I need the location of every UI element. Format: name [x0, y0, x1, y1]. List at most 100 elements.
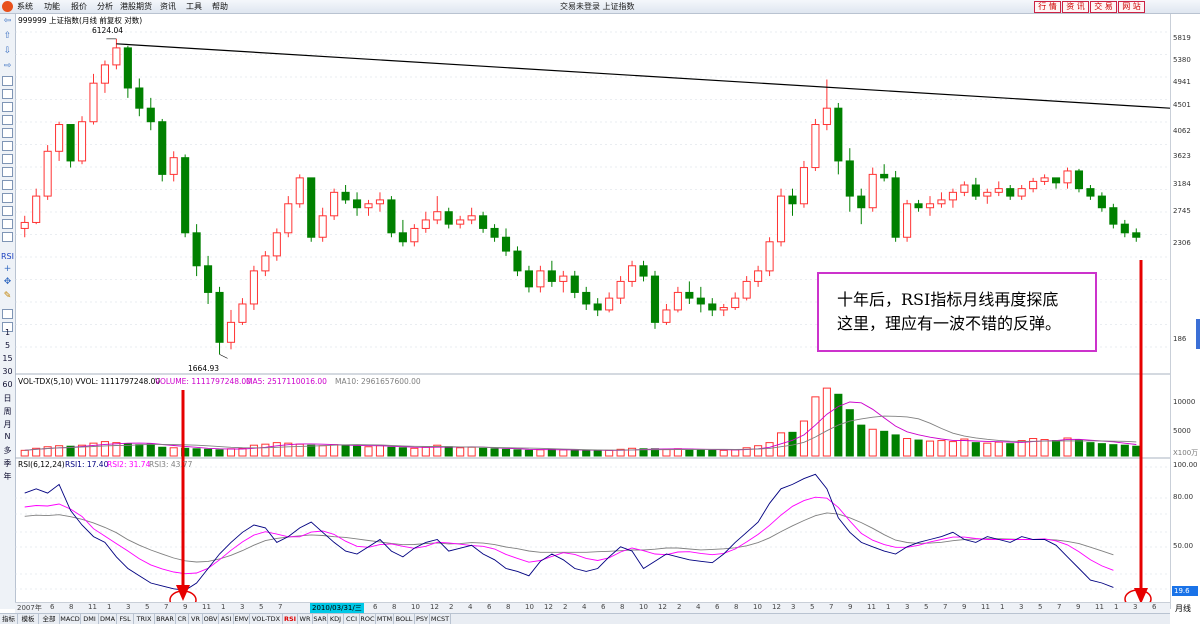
volume-bar — [410, 447, 419, 457]
menu-item-4[interactable]: 港股期货 — [120, 1, 152, 12]
date-label-3: 11 — [88, 603, 97, 611]
date-label-8: 9 — [183, 603, 188, 611]
candle — [89, 73, 98, 125]
nav-arrow-icon-2[interactable]: ⇩ — [3, 47, 12, 56]
toolbar-chart-icon-7[interactable] — [2, 167, 13, 177]
annotation-box: 十年后，RSI指标月线再度探底 这里，理应有一波不错的反弹。 — [817, 272, 1097, 352]
candle — [467, 207, 476, 225]
date-label-18: 6 — [373, 603, 378, 611]
period-button-9[interactable]: 多 — [1, 445, 14, 456]
toolbar-chart-icon-8[interactable] — [2, 180, 13, 190]
volume-bar — [249, 444, 258, 457]
date-label-40: 3 — [791, 603, 796, 611]
volume-bar — [983, 442, 992, 457]
toolbar-chart-icon-6[interactable] — [2, 154, 13, 164]
volume-bar — [226, 448, 236, 457]
toolbar-chart-icon-1[interactable] — [2, 89, 13, 99]
date-label-41: 5 — [810, 603, 815, 611]
candle — [1132, 228, 1141, 242]
period-button-5[interactable]: 日 — [1, 393, 14, 404]
toolbar-tool-icon-0[interactable] — [2, 309, 13, 319]
period-button-3[interactable]: 30 — [1, 367, 14, 376]
nav-arrow-icon-0[interactable]: ⇦ — [3, 17, 12, 26]
volume-bar — [215, 449, 224, 457]
top-button-1[interactable]: 资 讯 — [1062, 1, 1089, 13]
nav-arrow-icon-3[interactable]: ⇨ — [3, 62, 12, 71]
volume-bar — [1086, 442, 1095, 457]
toolbar-chart-icon-0[interactable] — [2, 76, 13, 86]
menu-item-6[interactable]: 工具 — [186, 1, 202, 12]
zoom-in-icon[interactable]: + — [3, 265, 12, 274]
volume-bar — [490, 448, 499, 457]
date-axis-highlight: 2010/03/31/三 — [310, 603, 364, 613]
period-button-1[interactable]: 5 — [1, 341, 14, 350]
rsi-tool-icon[interactable]: RSI — [1, 252, 14, 261]
menu-item-1[interactable]: 功能 — [44, 1, 60, 12]
period-button-2[interactable]: 15 — [1, 354, 14, 363]
top-button-0[interactable]: 行 情 — [1034, 1, 1061, 13]
volume-bar — [925, 440, 935, 457]
toolbar-chart-icon-3[interactable] — [2, 115, 13, 125]
indicator-tabs: 指标 模板 全部 MACD DMI DMA FSL TRIX BRAR CR VR OBV ASI EMV… — [0, 613, 1170, 624]
move-icon[interactable]: ✥ — [3, 278, 12, 287]
menu-item-2[interactable]: 报价 — [71, 1, 87, 12]
scroll-handle[interactable] — [1196, 319, 1200, 349]
volume-bar — [937, 440, 946, 457]
candle — [1029, 177, 1038, 193]
rsi-panel-header: RSI(6,12,24) — [18, 460, 65, 469]
price-tick-0: 5819 — [1173, 34, 1191, 42]
date-label-1: 6 — [50, 603, 55, 611]
volume-bar — [605, 449, 614, 457]
volume-bar — [696, 449, 705, 457]
date-label-10: 1 — [221, 603, 226, 611]
period-button-8[interactable]: N — [1, 432, 14, 441]
candle — [55, 121, 64, 161]
period-button-7[interactable]: 月 — [1, 419, 14, 430]
toolbar-chart-icon-11[interactable] — [2, 219, 13, 229]
toolbar-chart-icon-12[interactable] — [2, 232, 13, 242]
candle — [249, 265, 258, 310]
toolbar-chart-icon-9[interactable] — [2, 193, 13, 203]
volume-bar — [261, 443, 270, 457]
candle — [524, 265, 533, 293]
period-button-0[interactable]: 1 — [1, 328, 14, 337]
volume-bar — [398, 447, 407, 457]
candle — [1120, 219, 1129, 238]
date-label-45: 1 — [886, 603, 891, 611]
volume-bar — [857, 424, 866, 457]
candle — [696, 286, 705, 313]
price-tick-8: 2306 — [1173, 239, 1191, 247]
volume-bar — [479, 447, 488, 457]
candle — [192, 224, 201, 277]
date-label-38: 10 — [753, 603, 762, 611]
date-label-30: 6 — [601, 603, 606, 611]
menu-item-5[interactable]: 资讯 — [160, 1, 176, 12]
candle — [547, 260, 556, 287]
nav-arrow-icon-1[interactable]: ⇧ — [3, 32, 12, 41]
period-button-6[interactable]: 周 — [1, 406, 14, 417]
period-button-10[interactable]: 季 — [1, 458, 14, 469]
toolbar-chart-icon-10[interactable] — [2, 206, 13, 216]
toolbar-chart-icon-5[interactable] — [2, 141, 13, 151]
volume-bar — [880, 430, 889, 457]
menu-item-7[interactable]: 帮助 — [212, 1, 228, 12]
toolbar-chart-icon-4[interactable] — [2, 128, 13, 138]
volume-bar — [1109, 444, 1118, 457]
candle — [158, 118, 167, 182]
menu-item-3[interactable]: 分析 — [97, 1, 113, 12]
toolbar-chart-icon-2[interactable] — [2, 102, 13, 112]
period-button-11[interactable]: 年 — [1, 471, 14, 482]
candle — [673, 286, 682, 313]
volume-bar — [593, 450, 602, 457]
candle — [135, 78, 144, 117]
date-label-32: 10 — [639, 603, 648, 611]
volume-bar — [330, 444, 339, 457]
candle — [181, 154, 190, 238]
candle — [1074, 168, 1084, 193]
date-label-39: 12 — [772, 603, 781, 611]
period-button-4[interactable]: 60 — [1, 380, 14, 389]
top-button-2[interactable]: 交 易 — [1090, 1, 1117, 13]
menu-item-0[interactable]: 系统 — [17, 1, 33, 12]
top-button-3[interactable]: 网 站 — [1118, 1, 1145, 13]
pencil-icon[interactable]: ✎ — [3, 292, 12, 301]
